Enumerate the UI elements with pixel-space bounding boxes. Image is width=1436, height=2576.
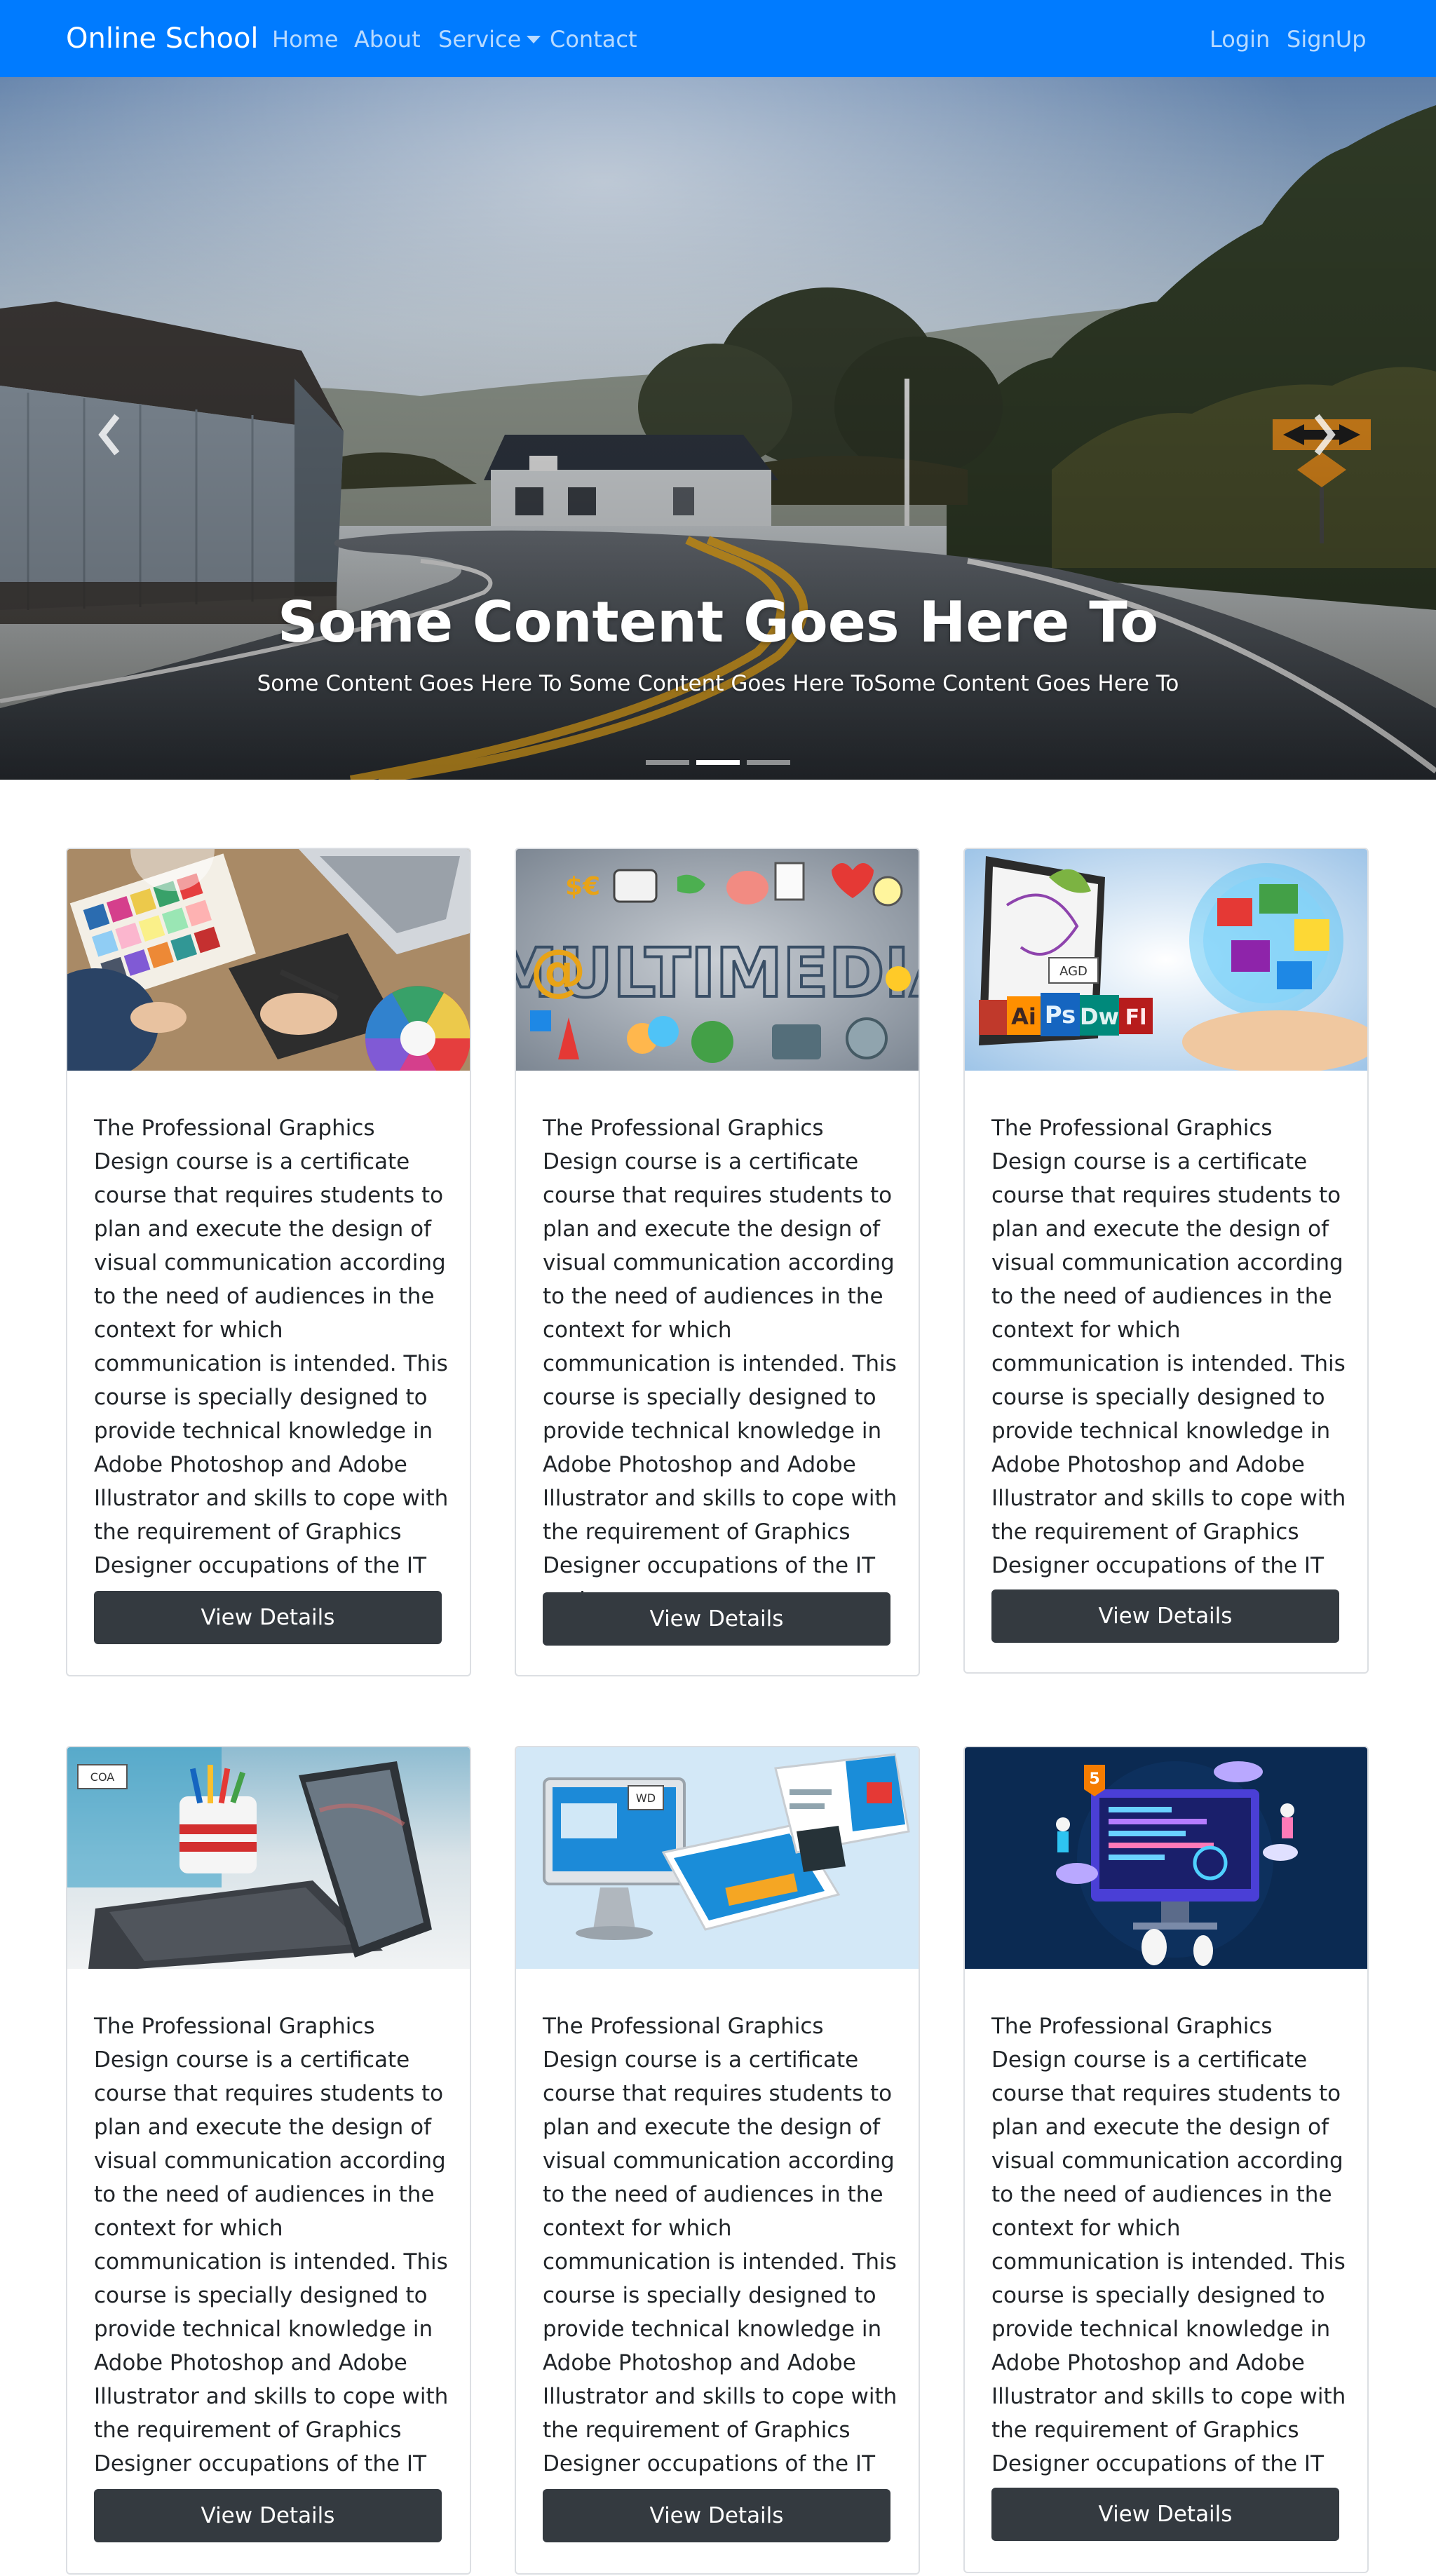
carousel-indicator[interactable] <box>646 760 689 765</box>
nav-link-service-label: Service <box>438 26 522 53</box>
carousel-prev-icon[interactable] <box>84 403 133 466</box>
web-design-devices-image-tag: WD <box>636 1791 656 1805</box>
course-card: AGD Ai Ps Dw Fl The Professional Graphic… <box>963 848 1369 1674</box>
card-description: The Professional Graphics Design course … <box>543 2014 898 2510</box>
card-description: The Professional Graphics Design course … <box>94 2014 449 2510</box>
web-development-illustration-image: 5 <box>965 1747 1367 1969</box>
nav-link-service[interactable]: Service <box>438 24 541 55</box>
view-details-button[interactable]: View Details <box>991 1589 1339 1643</box>
carousel-caption-title: Some Content Goes Here To <box>277 590 1159 655</box>
multimedia-image: MULTIMEDIA $€ @ <box>516 849 919 1071</box>
adobe-graphics-image-app-fl: Fl <box>1125 1005 1147 1030</box>
multimedia-image-at: @ <box>530 937 586 1003</box>
course-card: MULTIMEDIA $€ @ The Professional Graphic… <box>515 848 920 1676</box>
nav-link-login[interactable]: Login <box>1210 24 1270 55</box>
view-details-button[interactable]: View Details <box>991 2488 1339 2541</box>
carousel-indicator[interactable] <box>747 760 790 765</box>
carousel-caption-text: Some Content Goes Here To Some Content G… <box>257 671 1179 696</box>
adobe-graphics-image-tag: AGD <box>1059 964 1088 979</box>
carousel-indicator[interactable] <box>696 760 740 765</box>
web-development-illustration-badge: 5 <box>1089 1770 1099 1788</box>
navbar: Online School Home About Service Contact… <box>0 0 1436 77</box>
card-description: The Professional Graphics Design course … <box>543 1116 898 1612</box>
card-description: The Professional Graphics Design course … <box>94 1116 449 1612</box>
hero-carousel: Some Content Goes Here To Some Content G… <box>0 77 1436 780</box>
adobe-graphics-image-app-ai: Ai <box>1011 1003 1036 1030</box>
tablet-keyboard-image-tag: COA <box>90 1770 114 1784</box>
course-card: COA The Professional Graphics Design cou… <box>66 1746 471 2575</box>
view-details-button[interactable]: View Details <box>94 1591 442 1644</box>
view-details-button[interactable]: View Details <box>543 1592 890 1646</box>
nav-link-contact[interactable]: Contact <box>550 24 637 55</box>
nav-link-home[interactable]: Home <box>272 24 339 55</box>
graphic-design-desk-image <box>67 849 470 1071</box>
carousel-next-icon[interactable] <box>1301 403 1350 466</box>
adobe-graphics-image: AGD Ai Ps Dw Fl <box>965 849 1367 1071</box>
course-card: 5 The Professional Graphics Design cours… <box>963 1746 1369 2573</box>
adobe-graphics-image-app-dw: Dw <box>1080 1003 1119 1030</box>
chevron-down-icon <box>527 36 541 43</box>
view-details-button[interactable]: View Details <box>94 2489 442 2542</box>
tablet-keyboard-image: COA <box>67 1747 470 1969</box>
course-card: WD The Professional Graphics Design cour… <box>515 1746 920 2575</box>
brand-logo[interactable]: Online School <box>66 21 259 56</box>
course-card: The Professional Graphics Design course … <box>66 848 471 1676</box>
web-design-devices-image: WD <box>516 1747 919 1969</box>
card-description: The Professional Graphics Design course … <box>991 1116 1346 1612</box>
view-details-button[interactable]: View Details <box>543 2489 890 2542</box>
adobe-graphics-image-app-ps: Ps <box>1045 1001 1076 1029</box>
multimedia-image-money: $€ <box>565 872 600 901</box>
nav-link-signup[interactable]: SignUp <box>1287 24 1367 55</box>
card-description: The Professional Graphics Design course … <box>991 2014 1346 2510</box>
nav-link-about[interactable]: About <box>354 24 421 55</box>
